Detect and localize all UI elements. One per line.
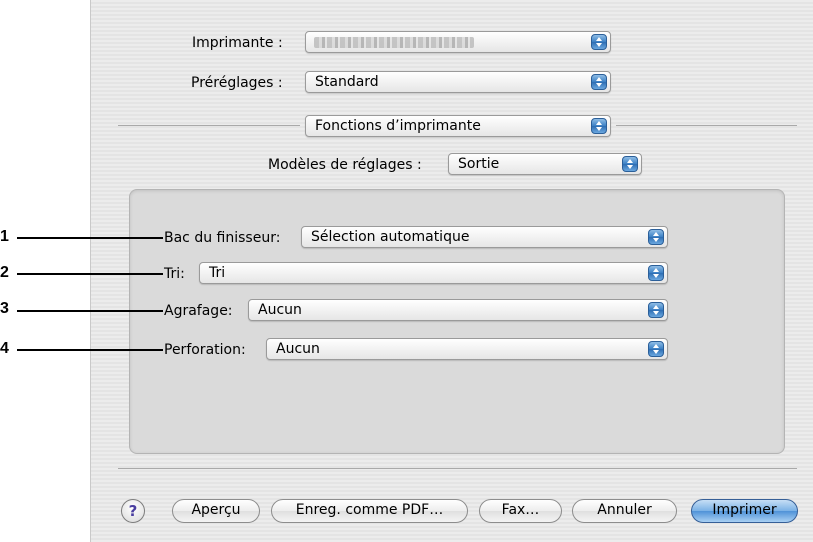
separator-right [616, 125, 797, 126]
callout-line-3 [17, 310, 163, 312]
popup-arrows-icon [591, 74, 607, 90]
callout-line-2 [17, 273, 163, 275]
printer-popup[interactable] [305, 31, 611, 53]
preview-button[interactable]: Aperçu [172, 499, 260, 523]
callout-number-2: 2 [0, 264, 9, 281]
fax-button[interactable]: Fax… [479, 499, 562, 523]
punching-label: Perforation: [164, 342, 246, 358]
stapling-label: Agrafage: [164, 303, 233, 319]
pane-selector-value: Fonctions d’imprimante [315, 118, 481, 134]
print-button[interactable]: Imprimer [691, 499, 798, 523]
punching-value: Aucun [276, 341, 320, 357]
pane-selector-popup[interactable]: Fonctions d’imprimante [305, 115, 611, 137]
sort-value: Tri [209, 265, 226, 281]
callout-number-3: 3 [0, 300, 9, 317]
printer-label: Imprimante : [192, 35, 283, 51]
cancel-button[interactable]: Annuler [572, 499, 677, 523]
separator-left [118, 125, 300, 126]
sort-label: Tri: [164, 266, 185, 282]
presets-value: Standard [315, 74, 379, 90]
popup-arrows-icon [648, 265, 664, 281]
punching-popup[interactable]: Aucun [266, 338, 668, 360]
save-as-pdf-button[interactable]: Enreg. comme PDF… [271, 499, 468, 523]
stapling-value: Aucun [258, 302, 302, 318]
finisher-tray-label: Bac du finisseur: [164, 230, 281, 246]
popup-arrows-icon [591, 118, 607, 134]
feature-sets-label: Modèles de réglages : [268, 157, 422, 173]
feature-sets-value: Sortie [458, 156, 500, 172]
feature-sets-popup[interactable]: Sortie [448, 153, 642, 175]
callout-number-4: 4 [0, 340, 9, 357]
popup-arrows-icon [648, 302, 664, 318]
callout-line-1 [17, 237, 163, 239]
sort-popup[interactable]: Tri [199, 262, 668, 284]
help-button[interactable]: ? [121, 499, 145, 523]
bottom-separator [118, 468, 797, 469]
finisher-tray-popup[interactable]: Sélection automatique [301, 226, 668, 248]
popup-arrows-icon [622, 156, 638, 172]
presets-label: Préréglages : [191, 75, 283, 91]
stapling-popup[interactable]: Aucun [248, 299, 668, 321]
callout-number-1: 1 [0, 228, 9, 245]
printer-value-blurred [314, 37, 474, 48]
popup-arrows-icon [591, 34, 607, 50]
callout-line-4 [17, 349, 163, 351]
popup-arrows-icon [648, 341, 664, 357]
finisher-tray-value: Sélection automatique [311, 229, 470, 245]
presets-popup[interactable]: Standard [305, 71, 611, 93]
popup-arrows-icon [648, 229, 664, 245]
